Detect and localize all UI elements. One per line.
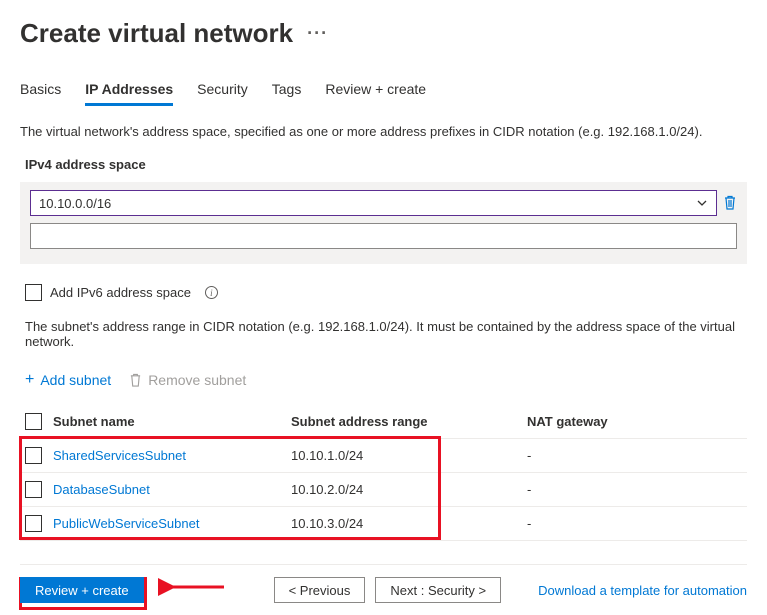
ipv4-address-box: 10.10.0.0/16 [20, 182, 747, 264]
col-subnet-range: Subnet address range [291, 414, 527, 429]
table-row: SharedServicesSubnet 10.10.1.0/24 - [20, 439, 747, 473]
subnet-range: 10.10.2.0/24 [291, 482, 527, 497]
ipv6-checkbox-label: Add IPv6 address space [50, 285, 191, 300]
chevron-down-icon[interactable] [696, 197, 708, 209]
tab-tags[interactable]: Tags [272, 81, 302, 106]
plus-icon: + [25, 371, 34, 389]
trash-icon [129, 373, 142, 388]
previous-button[interactable]: < Previous [274, 577, 366, 603]
subnet-nat: - [527, 448, 747, 463]
table-row: DatabaseSubnet 10.10.2.0/24 - [20, 473, 747, 507]
add-subnet-label: Add subnet [40, 372, 111, 388]
address-space-description: The virtual network's address space, spe… [20, 124, 747, 139]
tab-ip-addresses[interactable]: IP Addresses [85, 81, 173, 106]
select-all-checkbox[interactable] [25, 413, 42, 430]
ipv4-cidr-value: 10.10.0.0/16 [39, 196, 111, 211]
info-icon[interactable]: i [205, 286, 218, 299]
col-nat-gateway: NAT gateway [527, 414, 747, 429]
next-button[interactable]: Next : Security > [375, 577, 501, 603]
download-template-link[interactable]: Download a template for automation [538, 583, 747, 598]
footer: Review + create < Previous Next : Securi… [20, 564, 747, 603]
row-checkbox[interactable] [25, 447, 42, 464]
ipv4-label: IPv4 address space [25, 157, 747, 172]
tab-security[interactable]: Security [197, 81, 248, 106]
table-row: PublicWebServiceSubnet 10.10.3.0/24 - [20, 507, 747, 541]
remove-subnet-button: Remove subnet [129, 371, 246, 389]
add-subnet-button[interactable]: + Add subnet [25, 371, 111, 389]
subnet-nat: - [527, 516, 747, 531]
row-checkbox[interactable] [25, 481, 42, 498]
ipv6-checkbox[interactable] [25, 284, 42, 301]
tab-review-create[interactable]: Review + create [325, 81, 426, 106]
subnet-table: Subnet name Subnet address range NAT gat… [20, 405, 747, 541]
ipv4-cidr-input-0[interactable]: 10.10.0.0/16 [30, 190, 717, 216]
ipv4-cidr-input-new[interactable] [30, 223, 737, 249]
page-title: Create virtual network [20, 18, 293, 49]
subnet-range: 10.10.1.0/24 [291, 448, 527, 463]
delete-icon[interactable] [723, 195, 737, 211]
review-create-button[interactable]: Review + create [20, 577, 144, 603]
row-checkbox[interactable] [25, 515, 42, 532]
subnet-description: The subnet's address range in CIDR notat… [25, 319, 747, 349]
subnet-name-link[interactable]: SharedServicesSubnet [53, 448, 291, 463]
more-menu-icon[interactable]: ··· [307, 23, 328, 44]
remove-subnet-label: Remove subnet [148, 372, 246, 388]
subnet-nat: - [527, 482, 747, 497]
col-subnet-name: Subnet name [53, 414, 291, 429]
subnet-name-link[interactable]: PublicWebServiceSubnet [53, 516, 291, 531]
subnet-name-link[interactable]: DatabaseSubnet [53, 482, 291, 497]
tabs: Basics IP Addresses Security Tags Review… [20, 81, 747, 106]
subnet-range: 10.10.3.0/24 [291, 516, 527, 531]
table-header: Subnet name Subnet address range NAT gat… [20, 405, 747, 439]
tab-basics[interactable]: Basics [20, 81, 61, 106]
